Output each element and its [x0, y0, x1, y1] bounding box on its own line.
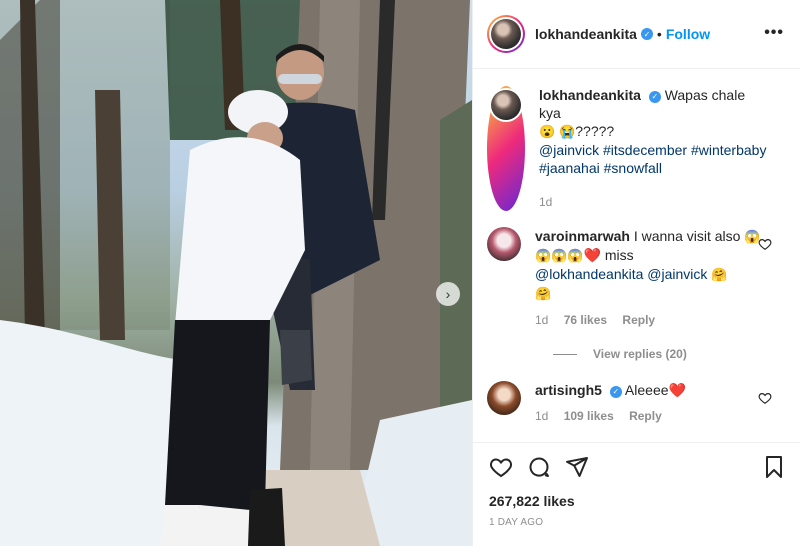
comment-avatar[interactable] — [487, 227, 521, 261]
comment-mention[interactable]: @lokhandeankita — [535, 266, 643, 282]
comment-item: varoinmarwah I wanna visit also 😱😱😱😱❤️ m… — [487, 227, 786, 329]
like-heart-icon[interactable] — [489, 455, 513, 479]
comment-username[interactable]: artisingh5 — [535, 382, 602, 398]
save-bookmark-icon[interactable] — [762, 455, 786, 479]
emoji-hugging: 🤗 — [535, 286, 552, 301]
hashtag-itsdecember[interactable]: #itsdecember — [603, 142, 687, 158]
emoji-crying: 😭 — [559, 124, 576, 139]
hashtag-snowfall[interactable]: #snowfall — [604, 160, 662, 176]
comment-time: 1d — [535, 409, 549, 423]
header-separator: • — [656, 26, 662, 42]
view-replies-label: View replies (20) — [593, 347, 687, 361]
comment-body: varoinmarwah I wanna visit also 😱😱😱😱❤️ m… — [535, 227, 765, 329]
like-comment-heart-icon[interactable] — [758, 237, 772, 251]
verified-badge-icon: ✓ — [640, 28, 653, 40]
instagram-post: › lokhandeankita ✓ • Follow ••• lokhande… — [0, 0, 800, 546]
caption-body: lokhandeankita ✓ Wapas chale kya 😮 😭????… — [539, 86, 769, 211]
caption-mention[interactable]: @jainvick — [539, 142, 599, 158]
reply-button[interactable]: Reply — [622, 313, 655, 327]
comment-text: I wanna visit also — [633, 228, 741, 244]
post-sidebar: lokhandeankita ✓ • Follow ••• lokhandean… — [472, 0, 800, 546]
comment-meta: 1d 109 likes Reply — [535, 407, 765, 425]
comment-bubble-icon[interactable] — [527, 455, 551, 479]
caption-username[interactable]: lokhandeankita — [539, 87, 641, 103]
comment-likes[interactable]: 109 likes — [564, 409, 614, 423]
caption-meta: 1d — [539, 193, 769, 211]
verified-badge-icon: ✓ — [609, 386, 622, 398]
share-paper-plane-icon[interactable] — [565, 455, 589, 479]
post-photo[interactable]: › — [0, 0, 472, 546]
post-timestamp: 1 DAY AGO — [489, 517, 544, 528]
comment-text: Aleeee — [624, 382, 669, 398]
comment-mention[interactable]: @jainvick — [647, 266, 707, 282]
post-photo-illustration — [0, 0, 472, 546]
view-replies-button[interactable]: View replies (20) — [553, 347, 786, 361]
post-header: lokhandeankita ✓ • Follow ••• — [473, 0, 800, 69]
caption-question-marks: ????? — [575, 123, 615, 139]
heart-emoji: ❤️ — [668, 382, 686, 398]
more-options-icon[interactable]: ••• — [764, 24, 784, 42]
post-actions: 267,822 likes 1 DAY AGO — [473, 442, 800, 546]
caption: lokhandeankita ✓ Wapas chale kya 😮 😭????… — [487, 86, 786, 211]
chevron-right-icon: › — [445, 286, 451, 302]
comment-text-miss: miss — [604, 247, 634, 263]
heart-emoji: ❤️ — [583, 247, 601, 263]
emoji-surprised: 😮 — [539, 124, 556, 139]
hashtag-jaanahai[interactable]: #jaanahai — [539, 160, 600, 176]
like-comment-heart-icon[interactable] — [758, 391, 772, 405]
comment-username[interactable]: varoinmarwah — [535, 228, 630, 244]
comment-body: artisingh5 ✓ Aleeee❤️ 1d 109 likes Reply — [535, 381, 765, 425]
avatar[interactable] — [487, 15, 525, 53]
follow-button[interactable]: Follow — [666, 26, 710, 42]
comment-meta: 1d 76 likes Reply — [535, 311, 765, 329]
comments-section: lokhandeankita ✓ Wapas chale kya 😮 😭????… — [473, 70, 800, 442]
reply-button[interactable]: Reply — [629, 409, 662, 423]
caption-avatar[interactable] — [487, 86, 525, 211]
action-icons — [489, 453, 784, 481]
carousel-next-button[interactable]: › — [436, 282, 460, 306]
emoji-hugging: 🤗 — [711, 267, 728, 282]
hashtag-winterbaby[interactable]: #winterbaby — [691, 142, 767, 158]
comment-avatar[interactable] — [487, 381, 521, 415]
comment-item: artisingh5 ✓ Aleeee❤️ 1d 109 likes Reply — [487, 381, 786, 425]
comment-time: 1d — [535, 313, 549, 327]
view-replies-line — [553, 353, 577, 355]
verified-badge-icon: ✓ — [648, 91, 661, 103]
caption-time: 1d — [539, 195, 553, 209]
post-likes-count[interactable]: 267,822 likes — [489, 493, 784, 509]
comment-likes[interactable]: 76 likes — [564, 313, 607, 327]
header-username[interactable]: lokhandeankita — [535, 26, 637, 42]
